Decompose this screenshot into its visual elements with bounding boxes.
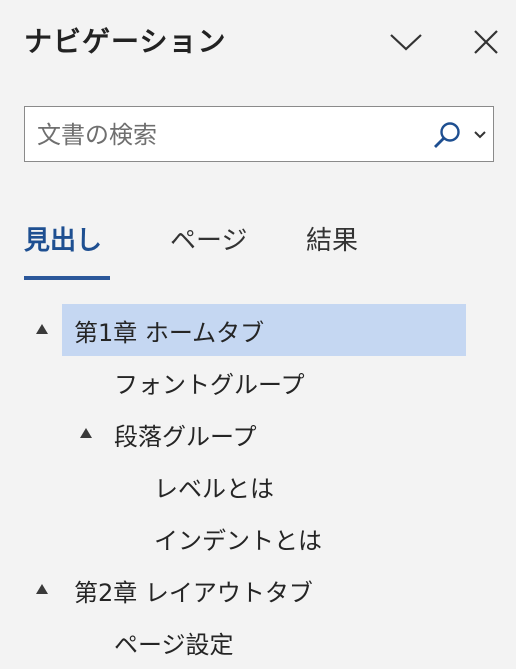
collapse-caret-icon[interactable] — [36, 324, 48, 334]
heading-item-page-setup[interactable]: ページ設定 — [114, 616, 234, 668]
collapse-caret-icon[interactable] — [80, 428, 92, 438]
heading-item-level[interactable]: レベルとは — [154, 460, 274, 512]
chevron-down-icon — [390, 34, 422, 51]
heading-item-paragraph-group[interactable]: 段落グループ — [114, 408, 257, 460]
heading-label: インデントとは — [154, 526, 322, 555]
pane-title: ナビゲーション — [24, 25, 227, 58]
magnifier-icon — [434, 122, 460, 148]
heading-item-font-group[interactable]: フォントグループ — [114, 356, 305, 408]
heading-item-chapter1[interactable]: 第1章 ホームタブ — [62, 304, 466, 356]
tab-pages[interactable]: ページ — [170, 220, 247, 257]
pane-options-button[interactable] — [386, 22, 426, 62]
tab-results[interactable]: 結果 — [306, 220, 358, 257]
heading-label: ページ設定 — [114, 630, 234, 659]
search-button[interactable] — [429, 117, 465, 153]
heading-label: フォントグループ — [114, 370, 305, 399]
heading-label: レベルとは — [154, 474, 274, 503]
close-pane-button[interactable] — [466, 22, 506, 62]
heading-item-chapter2[interactable]: 第2章 レイアウトタブ — [74, 564, 313, 616]
active-tab-indicator — [24, 276, 110, 280]
search-input[interactable] — [35, 107, 429, 163]
chevron-down-icon — [474, 131, 486, 139]
navigation-pane: ナビゲーション 見出し ページ 結果 — [0, 0, 516, 669]
search-box — [24, 106, 494, 163]
heading-item-indent[interactable]: インデントとは — [154, 512, 322, 564]
close-icon — [474, 30, 498, 54]
search-options-button[interactable] — [469, 121, 491, 149]
heading-label: 第2章 レイアウトタブ — [74, 578, 313, 607]
heading-label: 第1章 ホームタブ — [74, 318, 265, 347]
collapse-caret-icon[interactable] — [36, 584, 48, 594]
heading-label: 段落グループ — [114, 422, 257, 451]
tab-headings[interactable]: 見出し — [24, 220, 102, 257]
